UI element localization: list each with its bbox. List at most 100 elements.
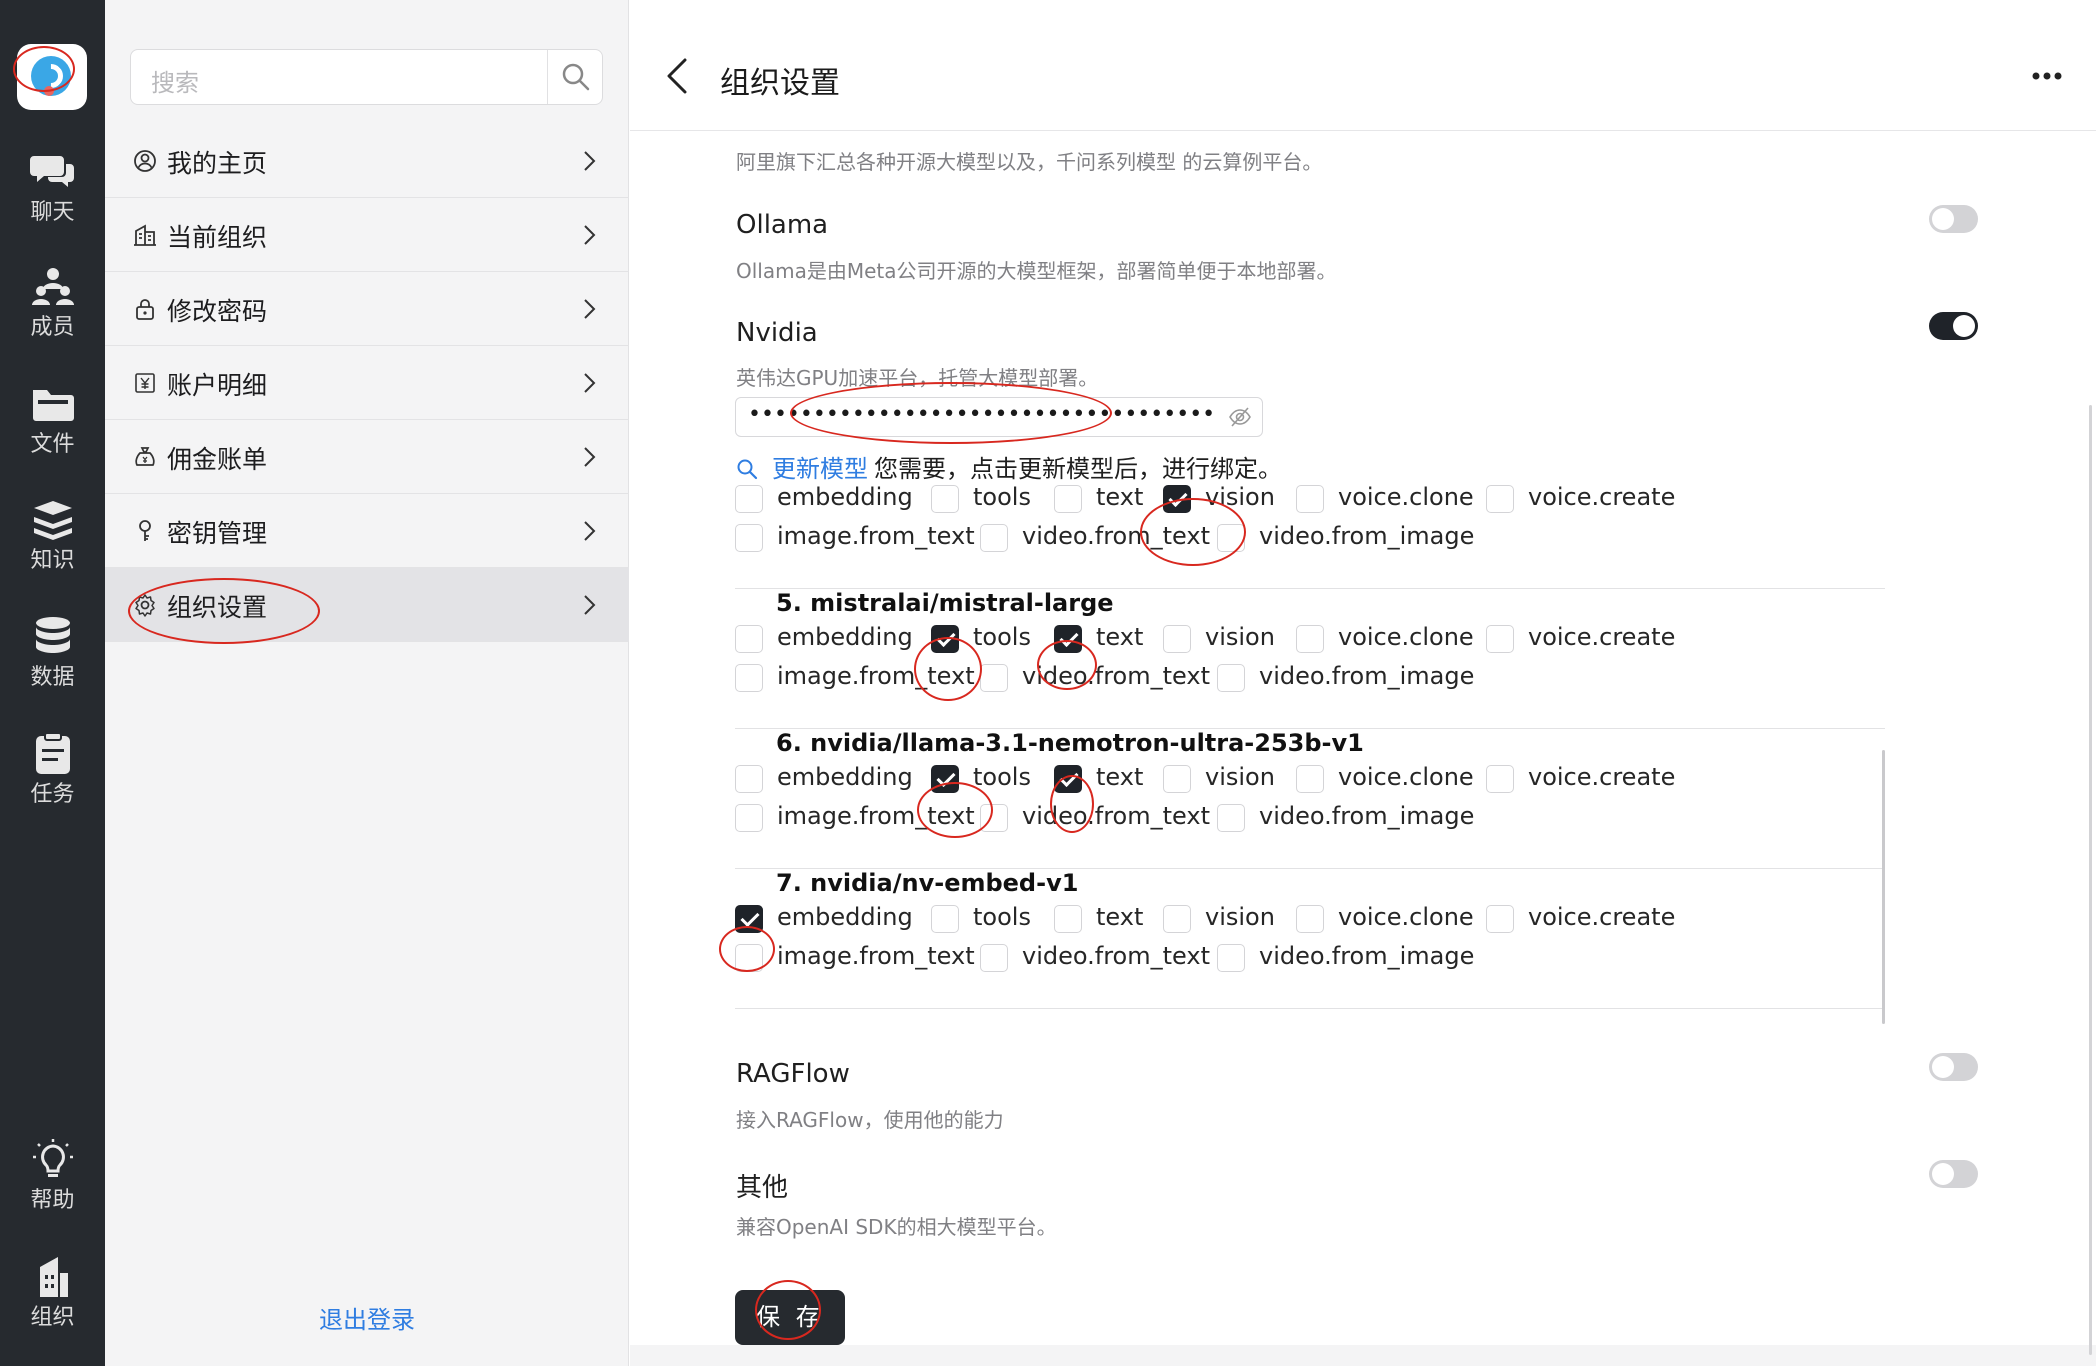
toggle-ollama[interactable] [1929,205,1978,233]
capability-label: text [1096,483,1144,511]
model-row: 7. nvidia/nv-embed-v1 embedding tools text v… [735,869,1885,1009]
checkbox[interactable] [1163,625,1191,653]
search-input[interactable]: 搜索 [151,63,199,98]
checkbox[interactable] [735,524,763,552]
checkbox[interactable] [1486,625,1514,653]
search-box[interactable]: 搜索 [130,49,603,105]
rail-item-knowledge[interactable]: 知识 [0,498,105,598]
checkbox[interactable] [1054,905,1082,933]
checkbox[interactable] [980,804,1008,832]
checkbox[interactable] [980,524,1008,552]
api-key-field[interactable]: ••••••••••••••••••••••••••••••••••••••••… [735,397,1263,437]
rail-label-knowledge: 知识 [30,548,75,573]
more-icon[interactable] [2032,72,2062,80]
checkbox[interactable] [1163,905,1191,933]
logout-link[interactable]: 退出登录 [105,1300,629,1335]
settings-menu: 搜索 我的主页 当前组织 修改密码 账户明细 佣金账单 密钥管理 组织设置 退出… [105,0,629,1366]
checkbox[interactable] [735,625,763,653]
menu-label-change-password: 修改密码 [167,297,268,326]
checkbox[interactable] [931,485,959,513]
checkbox[interactable] [735,664,763,692]
capability-label: voice.clone [1338,623,1474,651]
checkbox[interactable] [1217,804,1245,832]
capability-label: image.from_text [777,522,975,550]
rail-item-members[interactable]: 成员 [0,265,105,365]
search-icon[interactable] [560,61,592,93]
checkbox[interactable] [1054,485,1082,513]
model-name: 5. mistralai/mistral-large [776,589,1114,617]
checkbox[interactable] [1163,765,1191,793]
checkbox[interactable] [735,944,763,972]
checkbox[interactable] [1486,905,1514,933]
capability-label: video.from_image [1259,802,1475,830]
save-button[interactable]: 保 存 [735,1290,845,1345]
checkbox[interactable] [1296,625,1324,653]
menu-item-account-details[interactable]: 账户明细 [105,346,629,420]
checkbox[interactable] [735,765,763,793]
app-rail: 聊天 成员 文件 知识 数据 任务 帮助 组织 [0,0,105,1366]
rail-item-organization[interactable]: 组织 [0,1255,105,1355]
toggle-nvidia[interactable] [1929,312,1978,340]
checkbox[interactable] [931,905,959,933]
update-models-note: 您需要，点击更新模型后，进行绑定。 [874,455,1282,483]
knowledge-icon [33,501,72,540]
checkbox[interactable] [931,765,959,793]
page-scrollbar[interactable] [2089,405,2092,1355]
checkbox[interactable] [1296,905,1324,933]
rail-item-help[interactable]: 帮助 [0,1138,105,1238]
checkbox[interactable] [980,664,1008,692]
eye-off-icon[interactable] [1228,406,1252,428]
checkbox[interactable] [1486,485,1514,513]
menu-item-commission-bill[interactable]: 佣金账单 [105,420,629,494]
checkbox[interactable] [1217,524,1245,552]
rail-item-data[interactable]: 数据 [0,615,105,715]
model-row: 4. meta/llama-3.2-90b-vision-instructemb… [735,483,1885,589]
checkbox[interactable] [1486,765,1514,793]
rail-item-chat[interactable]: 聊天 [0,150,105,250]
main-panel: 组织设置 阿里旗下汇总各种开源大模型以及，千问系列模型 的云算例平台。 Olla… [630,0,2096,1366]
checkbox[interactable] [1217,664,1245,692]
capability-label: voice.clone [1338,763,1474,791]
model-list-scrollbar[interactable] [1882,750,1885,1024]
checkbox[interactable] [1217,944,1245,972]
rail-item-files[interactable]: 文件 [0,382,105,482]
checkbox[interactable] [735,905,763,933]
capability-label: video.from_text [1022,802,1210,830]
chevron-right-icon [584,151,596,171]
checkbox[interactable] [1054,765,1082,793]
checkbox[interactable] [1054,625,1082,653]
checkbox[interactable] [980,944,1008,972]
capability-label: text [1096,903,1144,931]
checkbox[interactable] [735,485,763,513]
menu-item-key-management[interactable]: 密钥管理 [105,494,629,568]
toggle-other[interactable] [1929,1160,1978,1188]
capability-label: vision [1205,763,1275,791]
update-models-link[interactable]: 更新模型 [772,455,868,483]
back-arrow-icon[interactable] [666,58,688,94]
checkbox[interactable] [1296,485,1324,513]
rail-label-tasks: 任务 [30,782,75,807]
api-key-value[interactable]: ••••••••••••••••••••••••••••••••••••••••… [748,402,1218,427]
toggle-ragflow[interactable] [1929,1053,1978,1081]
checkbox[interactable] [931,625,959,653]
menu-item-org-settings[interactable]: 组织设置 [105,568,629,642]
chevron-right-icon [584,373,596,393]
menu-item-current-org[interactable]: 当前组织 [105,198,629,272]
checkbox[interactable] [735,804,763,832]
rail-item-tasks[interactable]: 任务 [0,732,105,832]
menu-label-current-org: 当前组织 [167,223,268,252]
app-logo[interactable] [17,44,87,110]
model-list[interactable]: 4. meta/llama-3.2-90b-vision-instructemb… [735,483,1885,1025]
page-title: 组织设置 [720,66,840,101]
checkbox[interactable] [1163,485,1191,513]
chevron-right-icon [584,447,596,467]
menu-item-homepage[interactable]: 我的主页 [105,124,629,198]
menu-item-change-password[interactable]: 修改密码 [105,272,629,346]
model-name: 6. nvidia/llama-3.1-nemotron-ultra-253b-… [776,729,1364,757]
provider-name-ragflow: RAGFlow [736,1059,850,1089]
capability-label: embedding [777,623,913,651]
menu-label-account-details: 账户明细 [167,371,268,400]
checkbox[interactable] [1296,765,1324,793]
lock-icon [136,299,154,320]
user-circle-icon [134,150,156,172]
